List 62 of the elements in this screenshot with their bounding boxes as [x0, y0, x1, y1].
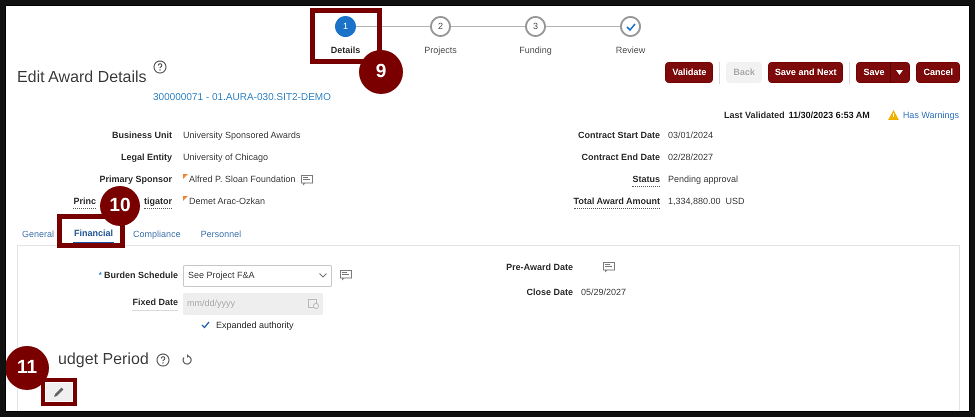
- field-value: 03/01/2024: [668, 129, 714, 142]
- last-validated-value: 11/30/2023 6:53 AM: [788, 108, 870, 122]
- last-validated-label: Last Validated: [724, 108, 785, 122]
- field-value: 02/28/2027: [668, 151, 714, 164]
- field-value: Demet Arac-Ozkan: [189, 195, 266, 208]
- tab[interactable]: General: [21, 226, 56, 244]
- field-label: Primary Sponsor: [99, 173, 172, 186]
- action-button[interactable]: Cancel: [916, 62, 960, 83]
- help-icon[interactable]: [156, 353, 170, 367]
- field-label: Business Unit: [112, 129, 172, 142]
- refresh-icon[interactable]: [180, 354, 193, 366]
- field-label: Contract End Date: [581, 151, 660, 164]
- section-title: udget Period: [58, 350, 149, 370]
- step-label[interactable]: Projects: [424, 44, 457, 58]
- select-field[interactable]: See Project F&A: [183, 264, 332, 286]
- callout-badge: 10: [100, 186, 140, 226]
- field-label: Pre-Award Date: [505, 260, 573, 274]
- field-value: University of Chicago: [183, 151, 268, 164]
- step-marker[interactable]: 3: [525, 16, 546, 37]
- field-label: tigator: [144, 194, 172, 210]
- field-label: Status: [632, 172, 660, 188]
- flag-icon: [183, 196, 188, 202]
- award-link[interactable]: 300000071 - 01.AURA-030.SIT2-DEMO: [153, 90, 331, 104]
- checkbox-label: Expanded authority: [216, 318, 294, 332]
- tab[interactable]: Compliance: [132, 226, 182, 244]
- checkmark-icon[interactable]: [201, 321, 210, 330]
- step-label[interactable]: Details: [330, 44, 360, 58]
- callout-badge: 9: [359, 50, 403, 94]
- help-icon[interactable]: [152, 60, 167, 74]
- field-label: Total Award Amount: [574, 194, 660, 210]
- field-label: Fixed Date: [132, 296, 178, 311]
- field-value: 05/29/2027: [581, 286, 626, 299]
- field-label: Burden Schedule: [104, 268, 178, 282]
- calendar-icon: [308, 298, 319, 309]
- required-mark: *: [98, 268, 102, 282]
- field-value: Pending approval: [668, 173, 738, 186]
- field-label: Princ: [73, 194, 96, 210]
- flag-icon: [183, 174, 188, 180]
- callout-badge: 11: [6, 346, 49, 390]
- field-label: Contract Start Date: [578, 129, 660, 142]
- action-button[interactable]: Save and Next: [768, 62, 844, 83]
- field-label: Close Date: [525, 286, 573, 299]
- split-button[interactable]: Save: [856, 62, 910, 83]
- edit-button[interactable]: [46, 383, 72, 401]
- check-icon: [626, 22, 636, 30]
- field-value: 1,334,880.00 USD: [668, 195, 745, 208]
- step-label[interactable]: Review: [616, 44, 646, 58]
- step-marker[interactable]: [620, 16, 641, 37]
- field-label: Legal Entity: [120, 151, 172, 164]
- chevron-down-icon: [319, 273, 327, 278]
- tab[interactable]: Personnel: [200, 226, 242, 244]
- field-value: University Sponsored Awards: [183, 129, 300, 142]
- step-marker[interactable]: 2: [430, 16, 451, 37]
- page-title: Edit Award Details: [17, 68, 147, 88]
- action-button[interactable]: Validate: [665, 62, 714, 83]
- step-marker[interactable]: 1: [335, 16, 356, 37]
- pencil-icon: [53, 386, 65, 398]
- field-value: Alfred P. Sloan Foundation: [189, 173, 296, 186]
- warning-icon: [888, 110, 899, 120]
- caret-icon: [896, 70, 904, 75]
- warnings-link[interactable]: Has Warnings: [902, 108, 959, 122]
- step-label[interactable]: Funding: [519, 44, 552, 58]
